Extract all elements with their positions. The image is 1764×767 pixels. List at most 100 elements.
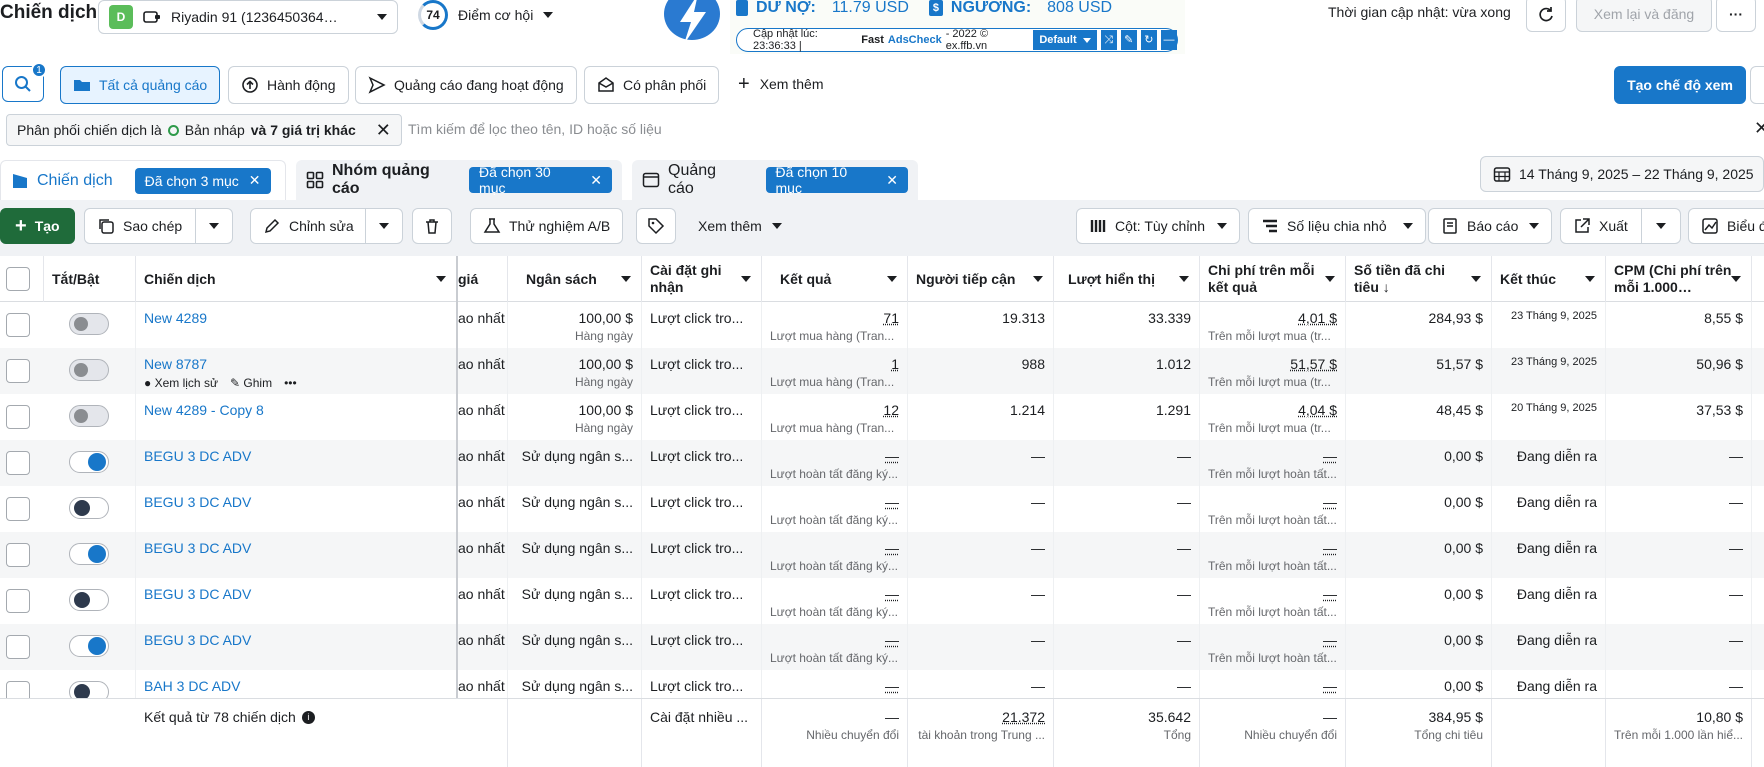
edit-icon[interactable]: ✎ [1120, 30, 1137, 50]
duplicate-dropdown[interactable] [195, 208, 233, 244]
close-icon[interactable]: ✕ [886, 172, 898, 189]
active-ads-button[interactable]: Quảng cáo đang hoạt động [355, 66, 577, 104]
table-row[interactable]: BEGU 3 DC ADV ao nhất Sử dụng ngân s... Lượ… [0, 440, 1764, 486]
ab-test-button[interactable]: Thử nghiệm A/B [470, 208, 624, 244]
search-button[interactable]: 1 [2, 62, 47, 102]
campaign-toggle[interactable] [69, 451, 109, 473]
refresh-icon[interactable]: ↻ [1140, 30, 1157, 50]
export-button[interactable]: Xuất [1560, 208, 1642, 244]
duplicate-button[interactable]: Sao chép [84, 208, 196, 244]
col-ends[interactable]: Kết thúc [1492, 256, 1606, 302]
campaign-name-link[interactable]: New 4289 - Copy 8 [144, 402, 448, 418]
review-publish-button[interactable]: Xem lại và đăng [1576, 0, 1712, 32]
col-impressions[interactable]: Lượt hiển thị [1054, 256, 1200, 302]
edit-dropdown[interactable] [365, 208, 403, 244]
charts-button[interactable]: Biểu đ [1688, 208, 1764, 244]
col-cpm[interactable]: CPM (Chi phí trên mỗi 1.000… [1606, 256, 1752, 302]
all-ads-button[interactable]: Tất cả quảng cáo [60, 66, 221, 104]
has-delivery-button[interactable]: Có phân phối [584, 66, 720, 104]
tab-ads[interactable]: Quảng cáo Đã chọn 10 mục ✕ [632, 160, 918, 200]
tab-adsets[interactable]: Nhóm quảng cáo Đã chọn 30 mục ✕ [296, 160, 622, 200]
row-checkbox[interactable] [6, 359, 30, 383]
opportunity-score[interactable]: 74 Điểm cơ hội [418, 0, 554, 30]
table-row[interactable]: New 4289 ao nhất 100,00 $ Hàng ngày Lượt cli… [0, 302, 1764, 348]
row-checkbox[interactable] [6, 635, 30, 659]
more-menu-button[interactable]: ··· [1716, 0, 1756, 32]
create-button[interactable]: + Tạo [0, 208, 75, 244]
shuffle-icon[interactable]: ⤨ [1100, 30, 1117, 50]
mode-select[interactable]: Default [1033, 30, 1097, 50]
table-row[interactable]: BEGU 3 DC ADV ao nhất Sử dụng ngân s... Lượ… [0, 578, 1764, 624]
col-toggle[interactable]: Tắt/Bật [44, 256, 136, 302]
close-icon[interactable]: ✕ [376, 120, 391, 141]
campaign-name-link[interactable]: BEGU 3 DC ADV [144, 448, 448, 464]
delete-button[interactable] [412, 208, 452, 244]
date-range-picker[interactable]: 14 Tháng 9, 2025 – 22 Tháng 9, 2025 [1480, 156, 1764, 192]
campaign-name-link[interactable]: BEGU 3 DC ADV [144, 586, 448, 602]
create-view-button[interactable]: Tạo chế độ xem [1614, 66, 1746, 104]
row-checkbox[interactable] [6, 543, 30, 567]
campaign-selection-chip[interactable]: Đã chọn 3 mục ✕ [134, 167, 271, 194]
col-budget[interactable]: Ngân sách [508, 256, 642, 302]
frozen-column-divider [456, 256, 458, 767]
campaign-toggle[interactable] [69, 313, 109, 335]
table-row[interactable]: BEGU 3 DC ADV ao nhất Sử dụng ngân s... Lượ… [0, 532, 1764, 578]
campaign-toggle[interactable] [69, 589, 109, 611]
col-reach[interactable]: Người tiếp cận [908, 256, 1054, 302]
cpm-cell: — [1606, 532, 1752, 578]
refresh-button[interactable] [1526, 0, 1566, 32]
table-row[interactable]: BEGU 3 DC ADV ao nhất Sử dụng ngân s... Lượ… [0, 624, 1764, 670]
campaign-toggle[interactable] [69, 359, 109, 381]
table-row[interactable]: New 4289 - Copy 8 ao nhất 100,00 $ Hàng ngà… [0, 394, 1764, 440]
breakdown-button[interactable]: Số liệu chia nhỏ [1248, 208, 1426, 244]
minimize-icon[interactable]: — [1160, 30, 1177, 50]
col-bid[interactable]: giá [458, 256, 508, 302]
view-history-link[interactable]: ● Xem lịch sử [144, 376, 218, 390]
tab-campaigns[interactable]: Chiến dịch Đã chọn 3 mục ✕ [0, 160, 286, 200]
col-amount-spent[interactable]: Số tiền đã chi tiêu ↓ [1346, 256, 1492, 302]
tag-button[interactable] [636, 208, 676, 244]
col-attribution[interactable]: Cài đặt ghi nhận [642, 256, 762, 302]
row-checkbox[interactable] [6, 405, 30, 429]
view-options-button[interactable] [1750, 66, 1764, 104]
export-dropdown[interactable] [1641, 208, 1681, 244]
close-icon[interactable]: ✕ [249, 172, 261, 189]
actions-button[interactable]: Hành động [228, 66, 349, 104]
results-cell: — Lượt hoàn tất đăng ký... [762, 532, 908, 578]
close-icon[interactable]: ✕ [1754, 118, 1764, 139]
col-campaign[interactable]: Chiến dịch [136, 256, 456, 302]
campaign-toggle[interactable] [69, 543, 109, 565]
row-checkbox[interactable] [6, 497, 30, 521]
campaign-name-link[interactable]: BEGU 3 DC ADV [144, 632, 448, 648]
row-checkbox[interactable] [6, 313, 30, 337]
columns-button[interactable]: Cột: Tùy chỉnh [1076, 208, 1240, 244]
row-checkbox[interactable] [6, 589, 30, 613]
filter-search-input[interactable]: Tìm kiếm để lọc theo tên, ID hoặc số liệ… [408, 121, 662, 137]
pin-link[interactable]: ✎ Ghim [230, 376, 272, 390]
col-results[interactable]: Kết quả [762, 256, 908, 302]
campaign-name-link[interactable]: New 4289 [144, 310, 448, 326]
toolbar-see-more[interactable]: Xem thêm [698, 218, 782, 234]
campaign-name-link[interactable]: New 8787 [144, 356, 448, 372]
adset-selection-chip[interactable]: Đã chọn 30 mục ✕ [469, 164, 612, 196]
active-filter-chip[interactable]: Phân phối chiến dịch là Bản nháp và 7 gi… [6, 114, 402, 146]
select-all-checkbox[interactable] [6, 267, 30, 291]
campaign-name-link[interactable]: BEGU 3 DC ADV [144, 494, 448, 510]
campaign-toggle[interactable] [69, 405, 109, 427]
see-more-filters[interactable]: + Xem thêm [738, 74, 824, 94]
row-checkbox[interactable] [6, 451, 30, 475]
campaign-toggle[interactable] [69, 497, 109, 519]
table-row[interactable]: New 8787 ● Xem lịch sử ✎ Ghim ••• ao nhất 100… [0, 348, 1764, 394]
ad-selection-chip[interactable]: Đã chọn 10 mục ✕ [765, 164, 908, 196]
account-selector[interactable]: D Riyadin 91 (1236450364… [98, 0, 398, 34]
table-row[interactable]: BEGU 3 DC ADV ao nhất Sử dụng ngân s... Lượ… [0, 486, 1764, 532]
campaign-name-link[interactable]: BAH 3 DC ADV [144, 678, 448, 694]
col-cost-per-result[interactable]: Chi phí trên mỗi kết quả [1200, 256, 1346, 302]
campaign-name-link[interactable]: BEGU 3 DC ADV [144, 540, 448, 556]
close-icon[interactable]: ✕ [590, 172, 602, 189]
edit-button[interactable]: Chỉnh sửa [250, 208, 366, 244]
reports-button[interactable]: Báo cáo [1428, 208, 1552, 244]
info-icon[interactable]: i [301, 711, 315, 724]
more-options-icon[interactable]: ••• [284, 376, 297, 390]
campaign-toggle[interactable] [69, 635, 109, 657]
